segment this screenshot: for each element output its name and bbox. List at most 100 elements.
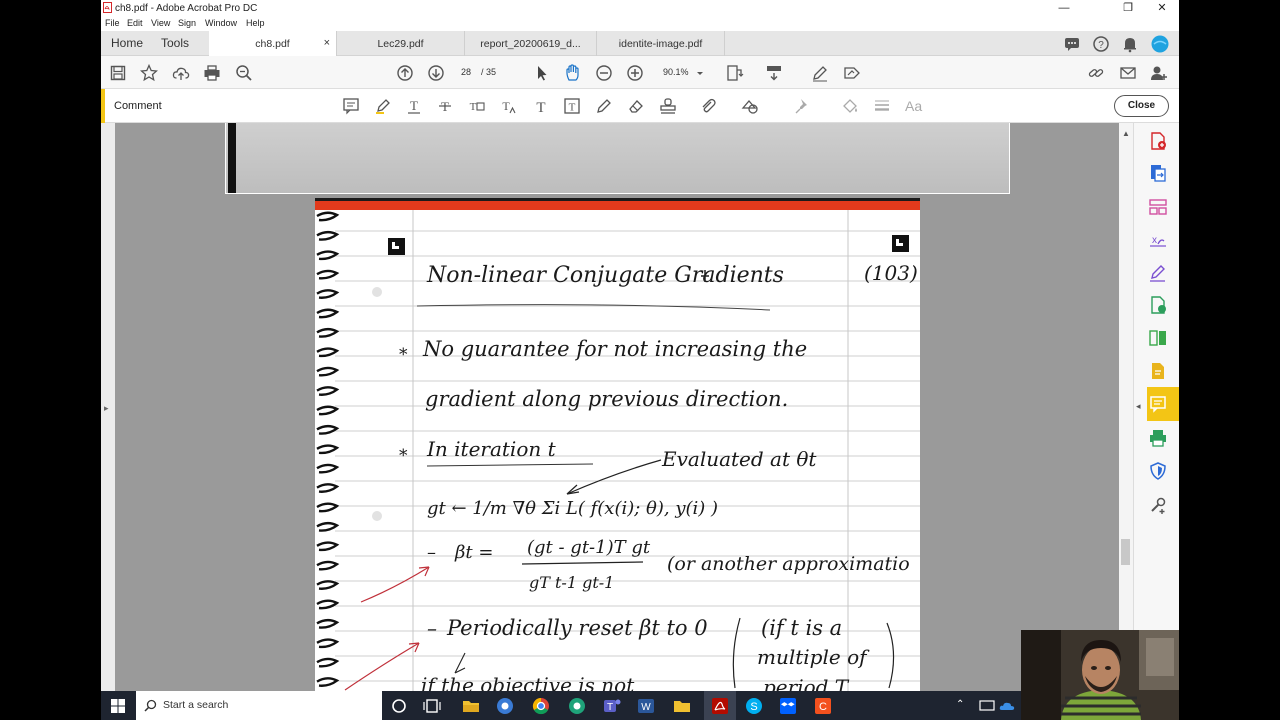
messages-icon[interactable]	[1063, 35, 1081, 53]
tab-home[interactable]: Home	[111, 36, 143, 50]
document-viewport[interactable]: ▸ Non-linear Conjugate Gradients (103) *…	[101, 123, 1119, 691]
minimize-button[interactable]: —	[1055, 1, 1073, 15]
stamp-icon[interactable]	[659, 97, 677, 115]
tray-display-icon[interactable]	[977, 696, 997, 716]
edit-pdf-icon[interactable]	[1148, 295, 1168, 315]
underline-text-icon[interactable]: T	[405, 97, 423, 115]
page-number-display[interactable]: 28 / 35	[461, 67, 496, 77]
create-pdf-icon[interactable]	[1148, 131, 1168, 151]
menu-sign[interactable]: Sign	[178, 18, 196, 28]
attach-file-icon[interactable]	[699, 97, 717, 115]
menu-file[interactable]: File	[105, 18, 120, 28]
tray-chevron-icon[interactable]: ⌃	[956, 699, 964, 710]
maximize-button[interactable]: ❐	[1119, 1, 1137, 15]
add-text-comment-icon[interactable]: T	[532, 97, 550, 115]
scan-ocr-icon[interactable]	[1148, 361, 1168, 381]
taskbar-search-box[interactable]: Start a search	[136, 691, 382, 720]
file-explorer-icon[interactable]	[461, 696, 481, 716]
chrome-icon[interactable]	[531, 696, 551, 716]
send-for-signature-icon[interactable]	[843, 64, 861, 82]
compare-files-icon[interactable]	[1148, 328, 1168, 348]
scrollbar-thumb[interactable]	[1121, 539, 1130, 565]
pin-icon[interactable]	[794, 97, 812, 115]
request-signature-icon[interactable]	[1148, 263, 1168, 283]
menu-edit[interactable]: Edit	[127, 18, 143, 28]
right-black-margin	[1179, 0, 1280, 720]
menu-view[interactable]: View	[151, 18, 170, 28]
draw-pencil-icon[interactable]	[595, 97, 613, 115]
page-layout-icon[interactable]	[726, 64, 744, 82]
comment-tool-icon[interactable]	[1148, 394, 1168, 414]
chromium-edge-icon[interactable]	[495, 696, 515, 716]
doc-tab-lec29[interactable]: Lec29.pdf	[337, 31, 465, 56]
scroll-mode-icon[interactable]	[765, 64, 783, 82]
chrome-canary-icon[interactable]	[567, 696, 587, 716]
task-view-icon[interactable]	[422, 696, 442, 716]
vertical-scrollbar[interactable]: ▲	[1119, 123, 1133, 691]
add-person-icon[interactable]	[1150, 64, 1168, 82]
email-icon[interactable]	[1119, 64, 1137, 82]
fill-sign-icon[interactable]: x	[1148, 229, 1168, 249]
more-tools-icon[interactable]	[1148, 495, 1168, 515]
strikethrough-text-icon[interactable]: T	[436, 97, 454, 115]
user-avatar-icon[interactable]	[1151, 35, 1169, 53]
zoom-level-field[interactable]: 90.1%	[663, 67, 689, 77]
teams-icon[interactable]: T	[602, 696, 622, 716]
link-sign-icon[interactable]	[1087, 64, 1105, 82]
fill-color-icon[interactable]	[841, 97, 859, 115]
skype-icon[interactable]: S	[744, 696, 764, 716]
organize-pages-icon[interactable]	[1148, 197, 1168, 217]
collapse-right-panel-icon[interactable]: ◂	[1136, 401, 1141, 412]
current-page-field[interactable]: 28	[461, 67, 471, 77]
doc-tab-identite[interactable]: identite-image.pdf	[597, 31, 725, 56]
shapes-icon[interactable]	[741, 97, 759, 115]
zoom-dropdown-chevron-icon[interactable]	[695, 64, 705, 82]
doc-tab-ch8[interactable]: ch8.pdf ×	[209, 31, 337, 56]
spiral-ring	[316, 618, 340, 629]
close-tab-icon[interactable]: ×	[324, 37, 330, 49]
highlight-pen-icon[interactable]	[374, 97, 392, 115]
tab-tools[interactable]: Tools	[161, 36, 189, 50]
windows-start-icon[interactable]	[108, 696, 128, 716]
text-box-icon[interactable]: T	[563, 97, 581, 115]
zoom-search-icon[interactable]	[235, 64, 253, 82]
left-panel-collapsed[interactable]: ▸	[101, 123, 115, 691]
spiral-ring	[316, 541, 340, 552]
insert-text-icon[interactable]: T	[499, 97, 517, 115]
line-weight-icon[interactable]	[873, 97, 891, 115]
doc-tab-report[interactable]: report_20200619_d...	[465, 31, 597, 56]
select-cursor-icon[interactable]	[533, 64, 551, 82]
help-icon[interactable]: ?	[1092, 35, 1110, 53]
expand-left-panel-icon[interactable]: ▸	[104, 403, 109, 414]
hand-tool-icon[interactable]	[564, 64, 582, 82]
notifications-bell-icon[interactable]	[1121, 35, 1139, 53]
eraser-icon[interactable]	[627, 97, 645, 115]
menu-help[interactable]: Help	[246, 18, 265, 28]
menu-window[interactable]: Window	[205, 18, 237, 28]
close-window-button[interactable]: ✕	[1153, 1, 1171, 15]
folder-icon[interactable]	[672, 696, 692, 716]
save-icon[interactable]	[109, 64, 127, 82]
onedrive-icon[interactable]	[998, 696, 1018, 716]
next-page-icon[interactable]	[427, 64, 445, 82]
dropbox-icon[interactable]	[778, 696, 798, 716]
upload-cloud-icon[interactable]	[172, 64, 190, 82]
scroll-up-arrow-icon[interactable]: ▲	[1122, 129, 1130, 138]
replace-text-icon[interactable]: T	[467, 97, 485, 115]
bookmark-star-icon[interactable]	[140, 64, 158, 82]
close-comment-button[interactable]: Close	[1114, 95, 1169, 117]
app-c-icon[interactable]: C	[813, 696, 833, 716]
print-icon[interactable]	[203, 64, 221, 82]
export-pdf-icon[interactable]	[1148, 163, 1168, 183]
protect-shield-icon[interactable]	[1148, 461, 1168, 481]
sticky-note-icon[interactable]	[342, 97, 360, 115]
text-properties-icon[interactable]: Aa	[905, 98, 923, 116]
zoom-out-icon[interactable]	[595, 64, 613, 82]
previous-page-icon[interactable]	[396, 64, 414, 82]
acrobat-taskbar-active[interactable]	[704, 691, 736, 720]
cortana-icon[interactable]	[389, 696, 409, 716]
zoom-in-icon[interactable]	[626, 64, 644, 82]
fill-sign-pen-icon[interactable]	[811, 64, 829, 82]
print-production-icon[interactable]	[1148, 428, 1168, 448]
word-icon[interactable]: W	[636, 696, 656, 716]
